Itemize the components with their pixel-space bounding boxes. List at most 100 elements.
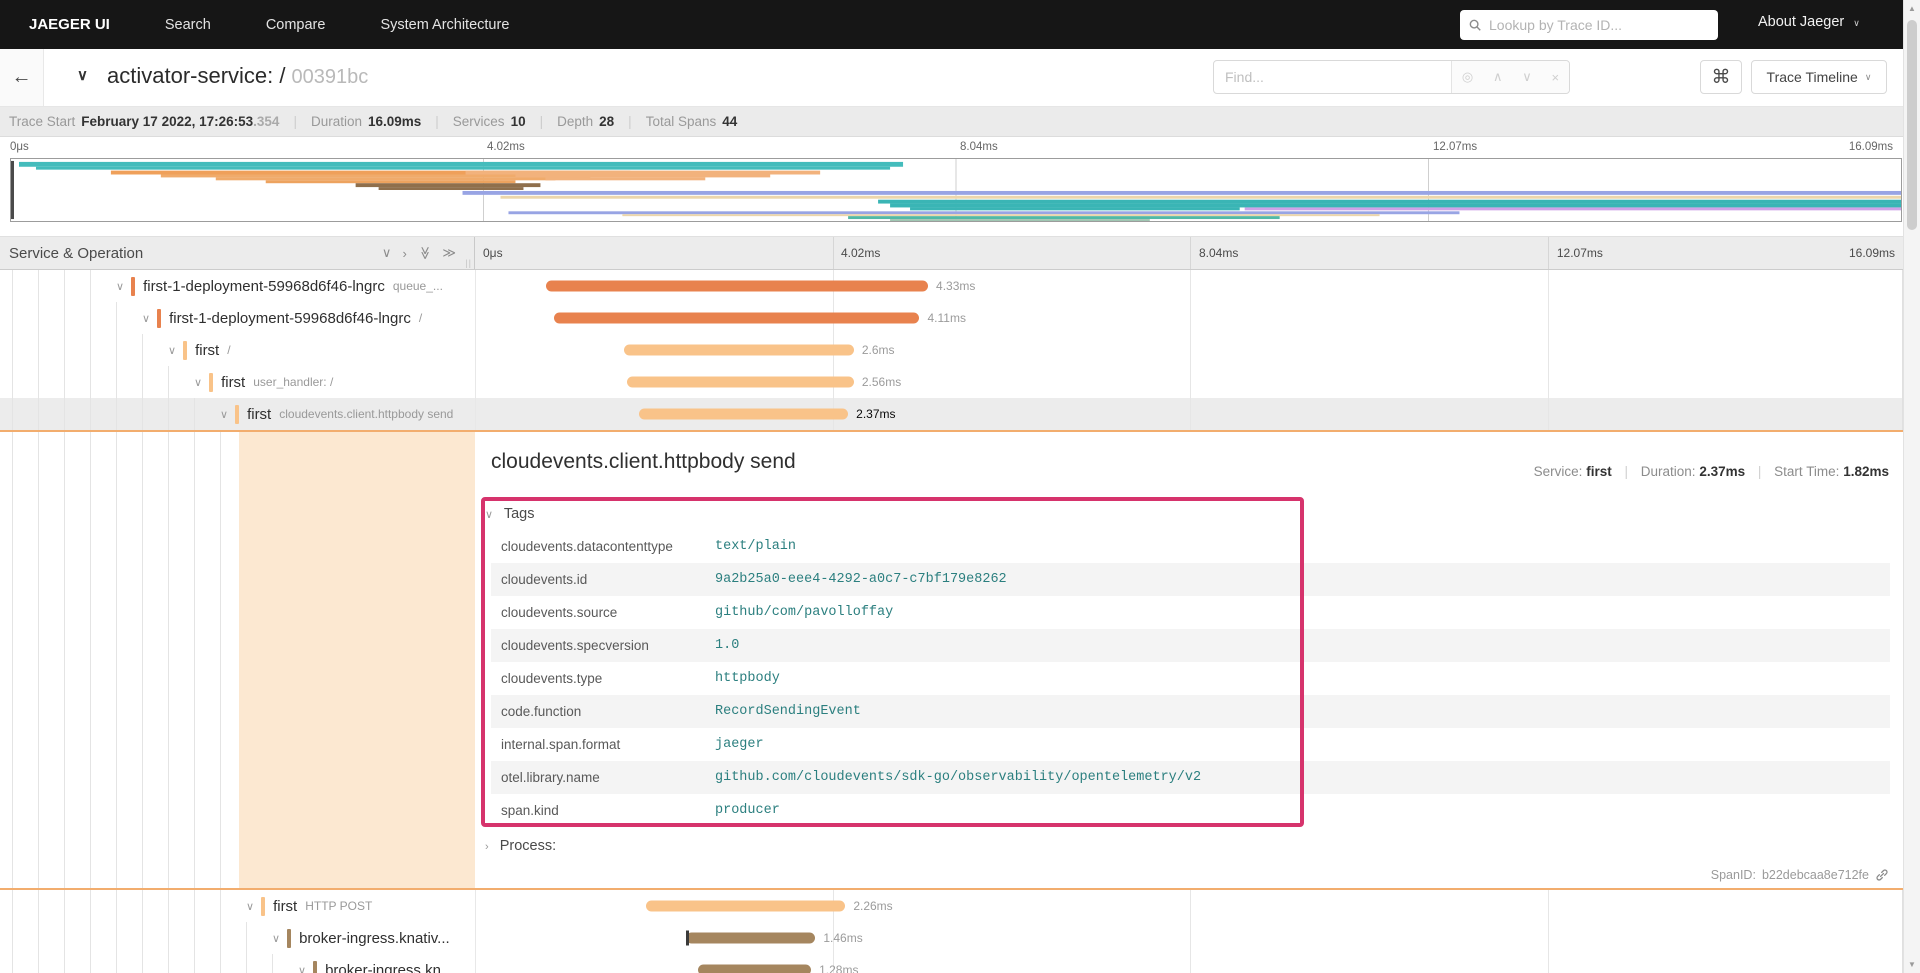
meta-value: 44: [722, 114, 738, 129]
span-row[interactable]: ∨ first / 2.6ms: [0, 334, 1903, 366]
command-icon: ⌘: [1711, 66, 1731, 88]
span-tree-item[interactable]: ∨ broker-ingress.kn...: [0, 954, 475, 973]
tag-row: code.function RecordSendingEvent: [491, 695, 1890, 728]
duration-value: 2.37ms: [1699, 464, 1746, 479]
trace-title: activator-service: /00391bc: [107, 63, 368, 89]
span-bar[interactable]: [624, 344, 854, 356]
span-bar[interactable]: [645, 900, 846, 912]
service-value: first: [1586, 464, 1612, 479]
span-row[interactable]: ∨ broker-ingress.kn... 1.28ms: [0, 954, 1903, 973]
span-tree-item[interactable]: ∨ first cloudevents.client.httpbody send: [0, 398, 475, 430]
double-chevron-down-icon[interactable]: ≫: [417, 246, 433, 260]
span-bar[interactable]: [698, 964, 812, 973]
chevron-down-icon[interactable]: ∨: [194, 376, 202, 389]
trace-view-selector[interactable]: Trace Timeline ∨: [1751, 60, 1887, 94]
service-operation-header: Service & Operation ∨ › ≫ ≫ ||: [0, 237, 475, 269]
chevron-down-icon[interactable]: ∨: [142, 312, 150, 325]
span-row[interactable]: ∨ first user_handler: / 2.56ms: [0, 366, 1903, 398]
chevron-up-icon[interactable]: ∧: [1493, 69, 1503, 85]
tag-key: cloudevents.datacontenttype: [501, 539, 673, 554]
span-row[interactable]: ∨ first HTTP POST 2.26ms: [0, 890, 1903, 922]
scrollbar-thumb[interactable]: [1907, 20, 1917, 230]
span-row[interactable]: ∨ first-1-deployment-59968d6f46-lngrc / 4.…: [0, 302, 1903, 334]
chevron-down-icon[interactable]: ∨: [246, 900, 254, 913]
tag-row: cloudevents.source github/com/pavolloffay: [491, 596, 1890, 629]
keyboard-shortcuts-button[interactable]: ⌘: [1700, 60, 1742, 94]
service-color-bar: [235, 404, 240, 424]
process-section-header[interactable]: › Process:: [485, 838, 556, 854]
span-tree-item[interactable]: ∨ first-1-deployment-59968d6f46-lngrc /: [0, 302, 475, 334]
span-bar[interactable]: [638, 408, 849, 420]
column-resize-handle[interactable]: ||: [465, 258, 472, 268]
link-icon[interactable]: [1875, 868, 1889, 882]
divider: |: [539, 114, 544, 129]
span-row[interactable]: ∨ broker-ingress.knativ... 1.46ms: [0, 922, 1903, 954]
span-bar-cell[interactable]: 4.11ms: [475, 302, 1903, 334]
find-input[interactable]: Find... ◎ ∧ ∨ ×: [1213, 60, 1570, 94]
span-bar[interactable]: [685, 930, 816, 946]
service-color-bar: [209, 372, 214, 392]
chevron-down-icon[interactable]: ∨: [298, 964, 306, 973]
meta-label: Total Spans: [645, 114, 717, 129]
back-button[interactable]: ←: [0, 49, 44, 106]
chevron-down-icon[interactable]: ∨: [168, 344, 176, 357]
chevron-down-icon[interactable]: ∨: [272, 932, 280, 945]
span-bar-cell[interactable]: 2.6ms: [475, 334, 1903, 366]
nav-compare[interactable]: Compare: [266, 17, 326, 33]
app-brand[interactable]: JAEGER UI: [29, 16, 110, 33]
chevron-down-icon: ∨: [485, 509, 494, 521]
trace-id-lookup-input[interactable]: Lookup by Trace ID...: [1460, 10, 1718, 40]
collapse-trace-chevron-icon[interactable]: ∨: [77, 66, 88, 84]
timeline-minimap[interactable]: [10, 158, 1902, 222]
span-bar-cell[interactable]: 2.37ms: [475, 398, 1903, 430]
tag-row: span.kind producer: [491, 794, 1890, 827]
tag-row: internal.span.format jaeger: [491, 728, 1890, 761]
tags-label: Tags: [503, 506, 535, 522]
nav-system-architecture[interactable]: System Architecture: [380, 17, 509, 33]
vertical-scrollbar[interactable]: ▲ ▼: [1903, 0, 1920, 973]
span-tree-item[interactable]: ∨ broker-ingress.knativ...: [0, 922, 475, 954]
span-tree-item[interactable]: ∨ first user_handler: /: [0, 366, 475, 398]
span-bar-cell[interactable]: 1.28ms: [475, 954, 1903, 973]
tags-section-header[interactable]: ∨ Tags: [485, 506, 534, 522]
span-bar-cell[interactable]: 1.46ms: [475, 922, 1903, 954]
trace-title-text: activator-service: /: [107, 63, 286, 88]
span-bar-cell[interactable]: 2.26ms: [475, 890, 1903, 922]
service-color-bar: [183, 340, 188, 360]
tag-key: code.function: [501, 704, 582, 719]
span-bar[interactable]: [627, 376, 854, 388]
chevron-down-icon[interactable]: ∨: [1522, 69, 1532, 85]
chevron-down-icon[interactable]: ∨: [382, 245, 392, 261]
span-duration-label: 1.28ms: [819, 963, 859, 973]
scroll-up-arrow-icon[interactable]: ▲: [1904, 4, 1920, 13]
span-bar-cell[interactable]: 4.33ms: [475, 270, 1903, 302]
back-arrow-icon: ←: [11, 66, 32, 88]
target-icon[interactable]: ◎: [1462, 69, 1473, 85]
span-bar[interactable]: [554, 312, 920, 324]
tag-value: 9a2b25a0-eee4-4292-a0c7-c7bf179e8262: [715, 572, 1007, 587]
span-row-selected[interactable]: ∨ first cloudevents.client.httpbody send 2…: [0, 398, 1903, 430]
minimap-tick: 12.07ms: [1433, 141, 1478, 153]
clear-icon[interactable]: ×: [1552, 70, 1560, 85]
double-chevron-right-icon[interactable]: ≫: [442, 245, 456, 261]
span-bar[interactable]: [545, 280, 929, 292]
span-tree-item[interactable]: ∨ first /: [0, 334, 475, 366]
timeline-ticks-header: 0μs 4.02ms 8.04ms 12.07ms 16.09ms: [475, 237, 1903, 269]
about-jaeger-menu[interactable]: About Jaeger ∨: [1758, 14, 1860, 30]
span-tree-item[interactable]: ∨ first HTTP POST: [0, 890, 475, 922]
nav-search[interactable]: Search: [165, 17, 211, 33]
span-id-row: SpanID: b22debcaa8e712fe: [1711, 868, 1889, 882]
span-tree-item[interactable]: ∨ first-1-deployment-59968d6f46-lngrc queu…: [0, 270, 475, 302]
chevron-right-icon[interactable]: ›: [402, 246, 406, 261]
span-bar-cell[interactable]: 2.56ms: [475, 366, 1903, 398]
service-name: first-1-deployment-59968d6f46-lngrc: [169, 309, 411, 327]
chevron-down-icon[interactable]: ∨: [220, 408, 228, 421]
chevron-down-icon[interactable]: ∨: [116, 280, 124, 293]
scroll-down-arrow-icon[interactable]: ▼: [1904, 960, 1920, 969]
service-name: broker-ingress.kn...: [325, 961, 454, 973]
tag-value: producer: [715, 803, 780, 818]
tag-value: jaeger: [715, 737, 764, 752]
span-row[interactable]: ∨ first-1-deployment-59968d6f46-lngrc queu…: [0, 270, 1903, 302]
service-color-bar: [157, 308, 162, 328]
operation-name: cloudevents.client.httpbody send: [279, 407, 454, 421]
